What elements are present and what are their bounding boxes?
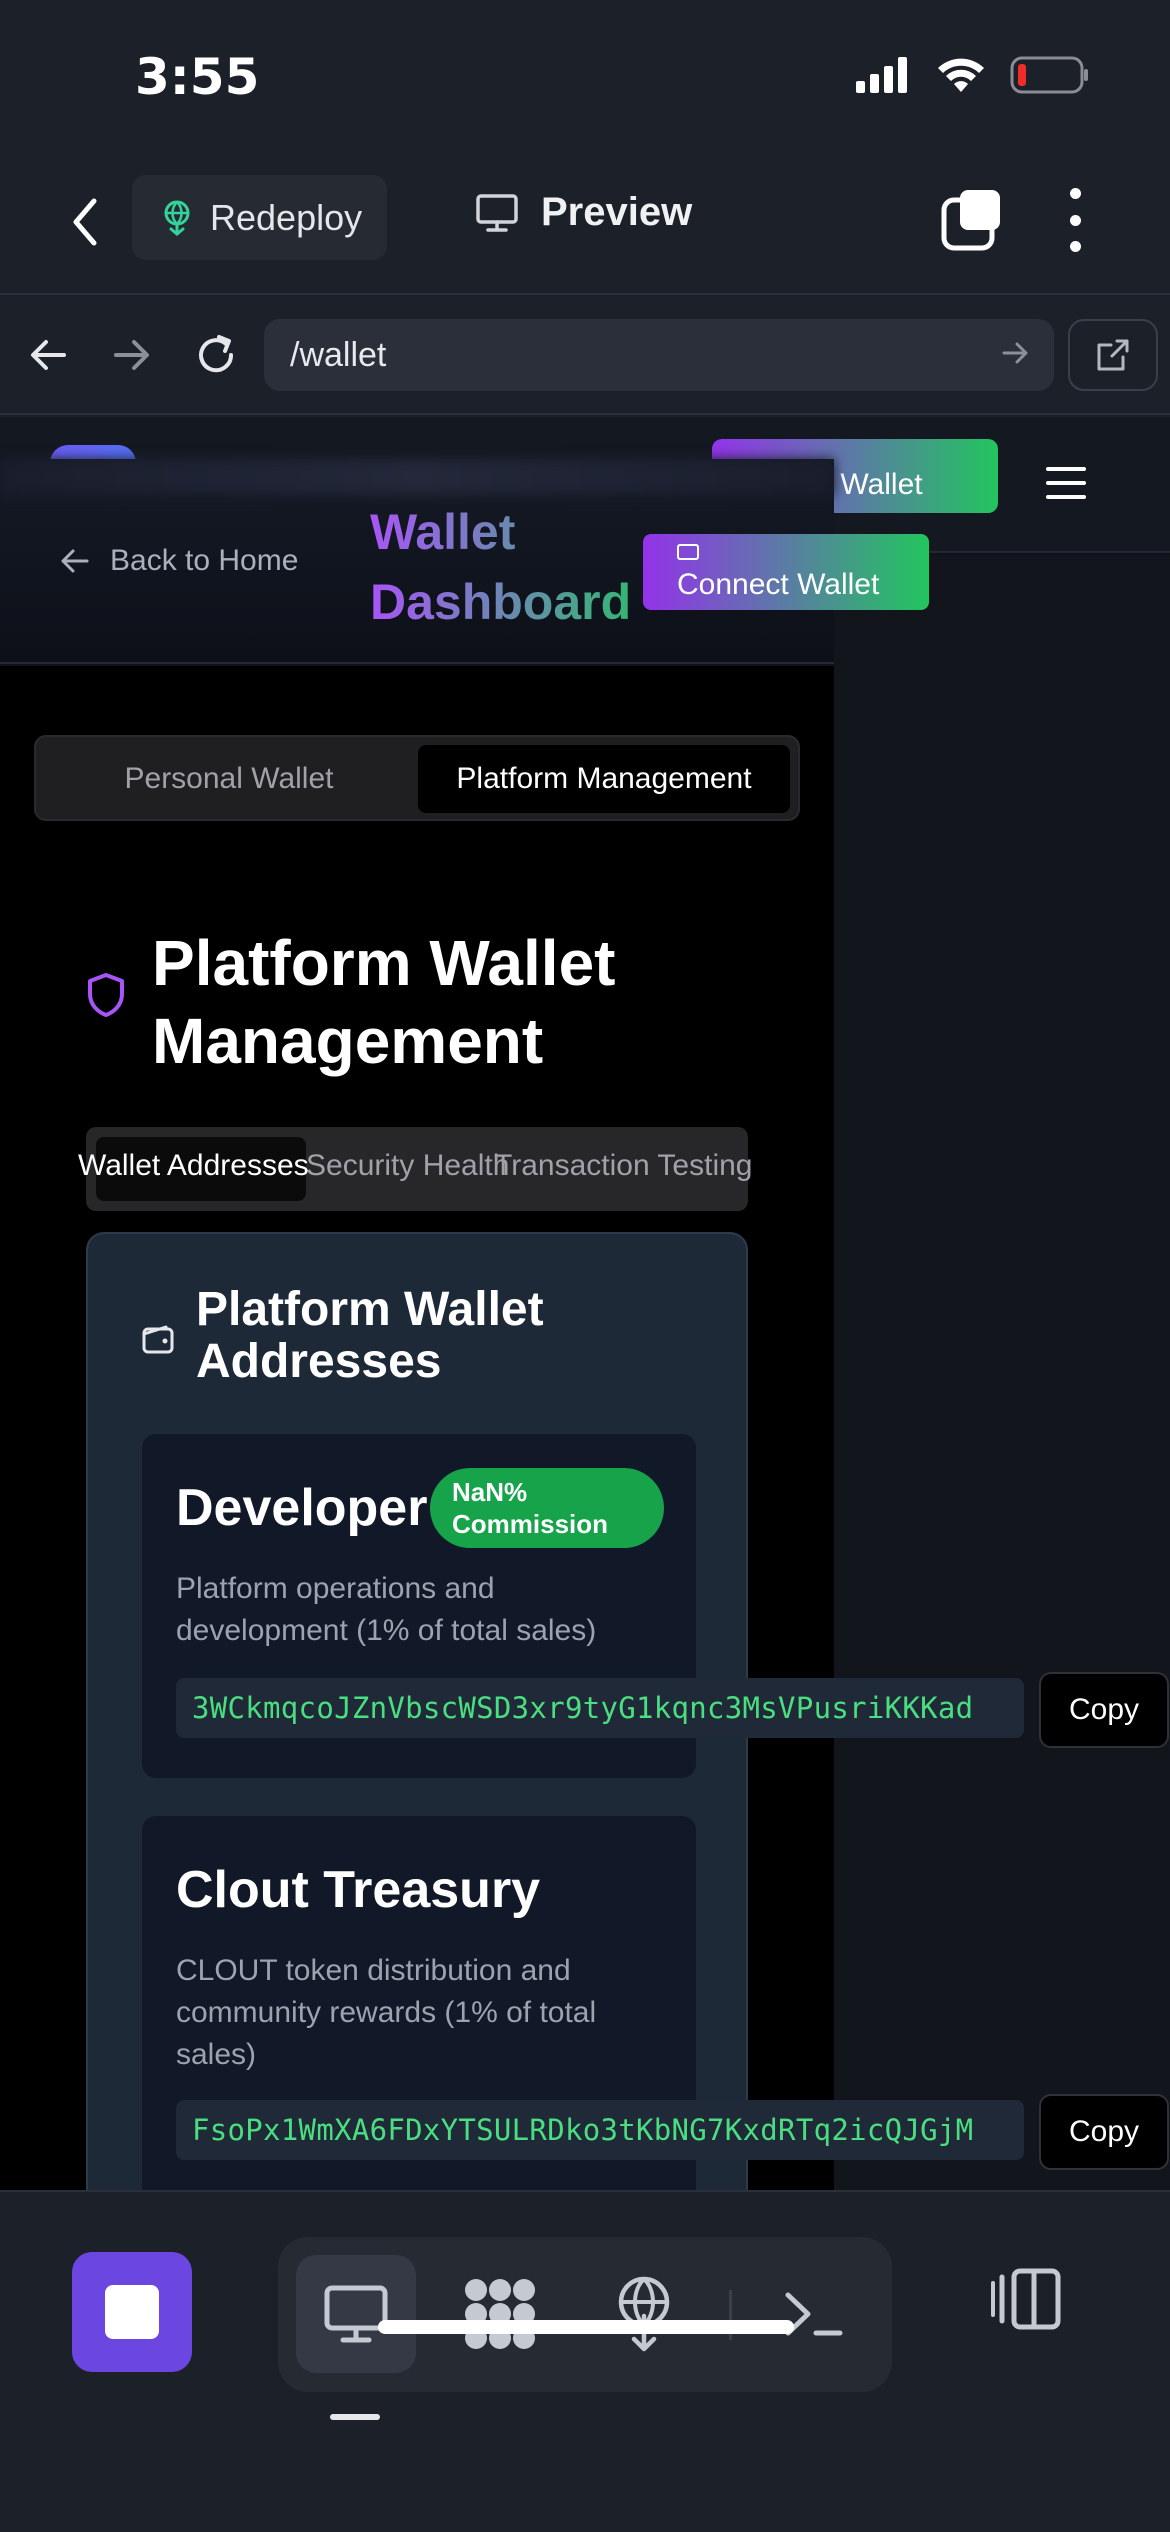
dashboard-title: Wallet Dashboard: [370, 497, 670, 637]
card-header: Platform Wallet Addresses: [142, 1284, 616, 1388]
wifi-icon: [938, 58, 984, 92]
back-to-home-label: Back to Home: [110, 544, 299, 577]
tab-wallet-addresses[interactable]: Wallet Addresses: [78, 1149, 309, 1183]
wallet-addresses-card: Platform Wallet Addresses Developer NaN%…: [86, 1232, 1024, 2190]
stop-icon: [105, 2285, 159, 2339]
connect-wallet-label: Connect Wallet: [677, 568, 880, 601]
deploy-globe-icon: [618, 2276, 670, 2352]
tab-personal-wallet[interactable]: Personal Wallet: [44, 745, 414, 813]
tab-platform-management[interactable]: Platform Management: [418, 745, 790, 813]
reload-icon: [199, 335, 234, 373]
wallet-name: Developer: [176, 1479, 428, 1537]
signal-icon: [856, 57, 907, 93]
preview-tool-button[interactable]: [296, 2255, 416, 2373]
connect-wallet-button[interactable]: Connect Wallet: [643, 534, 929, 610]
more-options-icon[interactable]: [1060, 188, 1090, 252]
wallet-mode-tabs: Personal Wallet Platform Management: [34, 735, 800, 821]
back-to-home-link[interactable]: Back to Home: [60, 544, 298, 578]
main-content: Personal Wallet Platform Management Plat…: [0, 666, 1024, 2190]
commission-badge: NaN% Commission: [430, 1468, 664, 1548]
tool-switcher: [278, 2237, 892, 2392]
status-time: 3:55: [135, 48, 260, 106]
app-bar: Redeploy Preview: [0, 150, 1170, 295]
open-external-button[interactable]: [1068, 319, 1158, 391]
status-bar: 3:55: [0, 0, 1170, 150]
wallet-description: Platform operations and development (1% …: [176, 1572, 597, 1647]
wallet-address-field[interactable]: FsoPx1WmXA6FDxYTSULRDko3tKbNG7KxdRTq2icQ…: [176, 2100, 1024, 2160]
wallet-address: FsoPx1WmXA6FDxYTSULRDko3tKbNG7KxdRTq2icQ…: [192, 2113, 974, 2147]
arrow-right-icon: [114, 340, 149, 370]
dashboard-header: Back to Home Wallet Dashboard Connect Wa…: [0, 459, 929, 664]
battery-low-icon: [1010, 56, 1088, 94]
external-link-icon: [1097, 339, 1129, 371]
url-field[interactable]: /wallet: [264, 319, 1054, 391]
copy-developer-address-button[interactable]: Copy: [1039, 1672, 1169, 1748]
monitor-icon: [476, 193, 518, 232]
status-icons: [856, 55, 1090, 95]
monitor-icon: [324, 2285, 388, 2343]
tab-transaction-testing[interactable]: Transaction Testing: [494, 1149, 752, 1183]
deploy-tool-button[interactable]: [584, 2255, 704, 2373]
wallet-address: 3WCkmqcoJZnVbscWSD3xr9tyG1kqnc3MsVPusriK…: [192, 1691, 974, 1725]
shield-icon: [88, 973, 124, 1017]
browser-forward-button[interactable]: [104, 327, 160, 383]
grid-blob-icon: [465, 2279, 535, 2349]
tabs-icon[interactable]: [940, 188, 1004, 252]
developer-wallet-entry: Developer NaN% Commission Platform opera…: [142, 1434, 1024, 1778]
redeploy-label: Redeploy: [210, 196, 363, 238]
wallet-icon: [142, 1325, 174, 1354]
wallet-name: Clout Treasury: [176, 1861, 541, 1919]
copy-treasury-address-button[interactable]: Copy: [1039, 2094, 1169, 2170]
wallet-address-field[interactable]: 3WCkmqcoJZnVbscWSD3xr9tyG1kqnc3MsVPusriK…: [176, 1678, 1024, 1738]
credit-card-icon: [677, 544, 699, 560]
chevron-left-icon: [73, 198, 97, 246]
web-preview: ect Wallet Back to Home Wallet Dashboard…: [0, 417, 1170, 2190]
browser-back-button[interactable]: [20, 327, 76, 383]
platform-heading: Platform Wallet Management: [86, 924, 712, 1080]
url-text: /wallet: [290, 335, 387, 374]
tab-security-health[interactable]: Security Health: [306, 1149, 509, 1183]
terminal-tool-button[interactable]: [754, 2255, 874, 2373]
arrow-left-icon: [31, 340, 66, 370]
page-title: Platform Wallet Management: [152, 927, 616, 1077]
preview-toggle[interactable]: Preview: [475, 190, 692, 235]
browser-toolbar: /wallet: [0, 297, 1170, 415]
hamburger-menu-icon[interactable]: [1046, 467, 1086, 499]
deploy-globe-icon: [164, 200, 190, 236]
terminal-icon: [785, 2292, 843, 2336]
arrow-left-icon: [61, 549, 89, 573]
wallet-description: CLOUT token distribution and community r…: [176, 1954, 597, 2071]
apps-tool-button[interactable]: [440, 2255, 560, 2373]
active-tool-indicator: [330, 2414, 380, 2420]
blurred-header-strip: [0, 459, 834, 495]
preview-label: Preview: [541, 190, 693, 234]
side-area: [834, 555, 1170, 2190]
platform-sub-tabs: Wallet Addresses Security Health Transac…: [78, 1127, 752, 1211]
reload-button[interactable]: [188, 327, 244, 383]
back-button[interactable]: [60, 192, 110, 252]
side-panel-icon[interactable]: [990, 2267, 1064, 2331]
home-indicator[interactable]: [378, 2320, 794, 2334]
redeploy-button[interactable]: Redeploy: [132, 175, 387, 260]
go-arrow-icon[interactable]: [1000, 337, 1032, 369]
stop-button[interactable]: [72, 2252, 192, 2372]
clout-treasury-entry: Clout Treasury CLOUT token distribution …: [142, 1816, 1024, 2190]
card-title: Platform Wallet Addresses: [196, 1283, 544, 1388]
bottom-toolbar: [0, 2190, 1170, 2532]
